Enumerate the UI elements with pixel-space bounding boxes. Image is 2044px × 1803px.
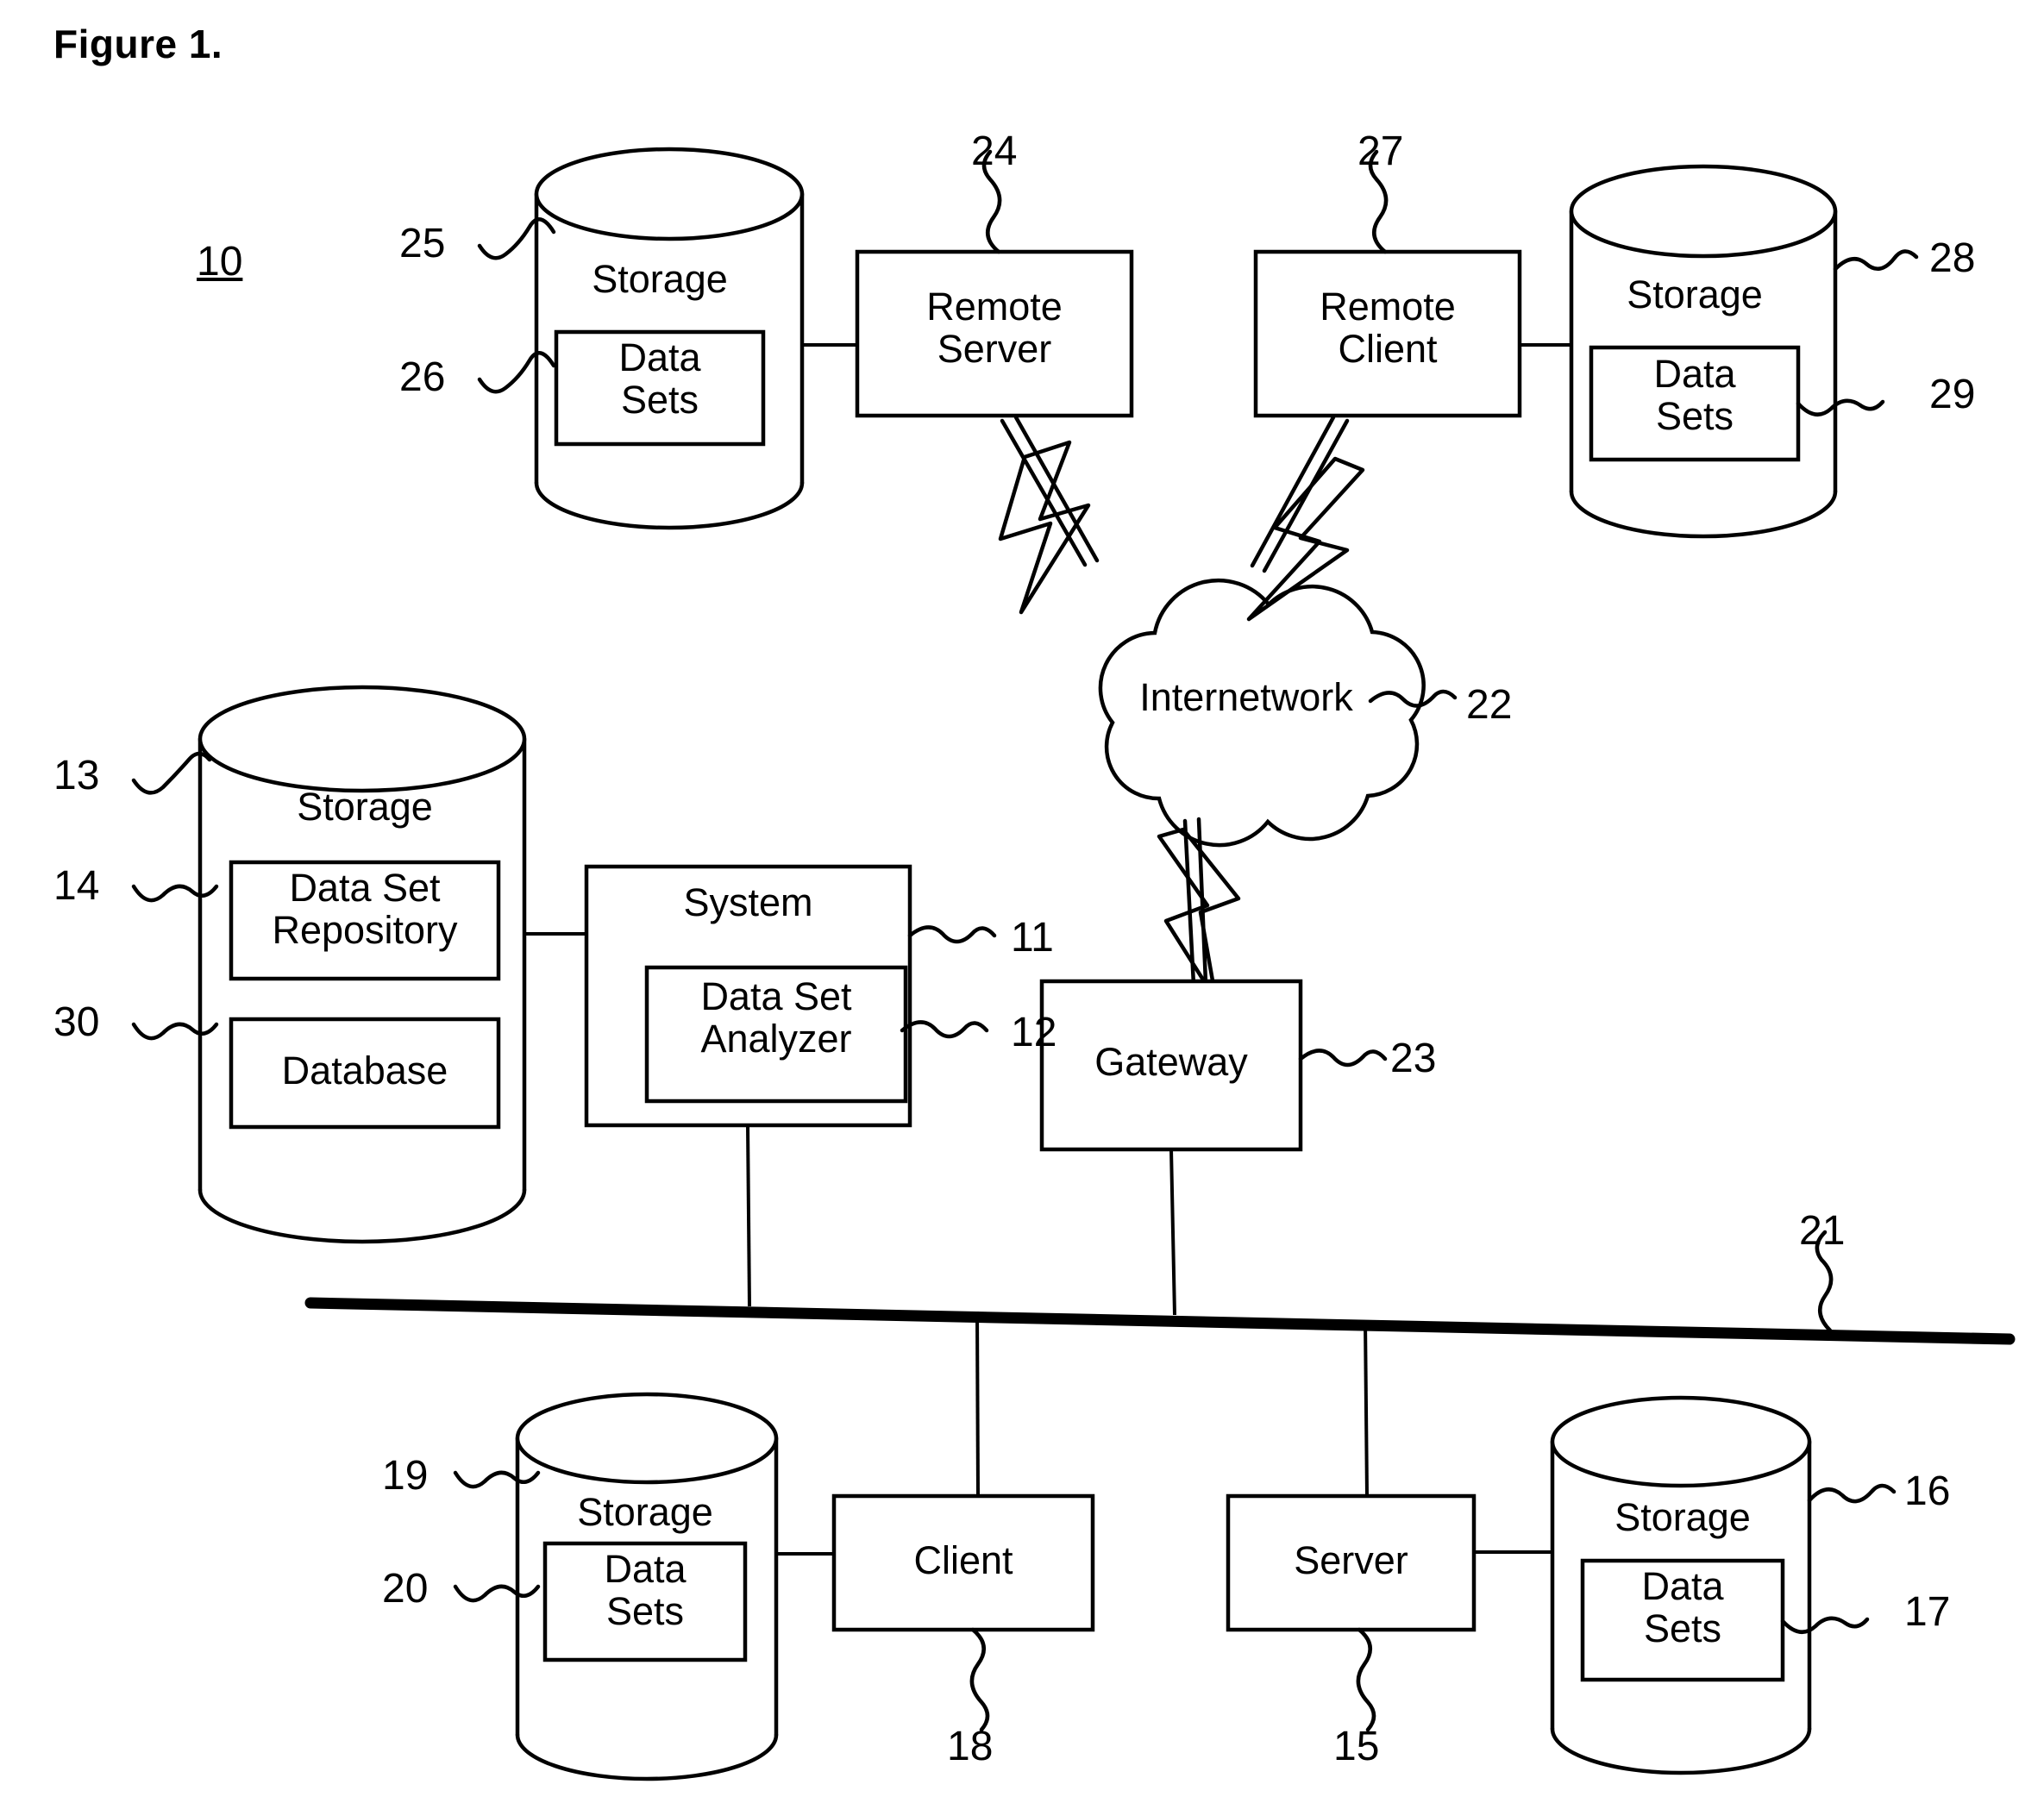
- remote-client-box: [1253, 249, 1522, 418]
- database-box: [229, 1017, 501, 1130]
- internetwork-cloud-shape: [1098, 578, 1426, 848]
- server-box: [1226, 1493, 1477, 1632]
- system-reference-id: 10: [197, 239, 243, 285]
- ref-13: 13: [53, 753, 100, 798]
- ref-18: 18: [947, 1724, 994, 1769]
- ref-11: 11: [1011, 915, 1054, 961]
- ref-14: 14: [53, 863, 100, 909]
- ref-29: 29: [1929, 372, 1976, 417]
- diagram-canvas: [131, 147, 2016, 1781]
- ref-12: 12: [1011, 1010, 1057, 1055]
- data-set-repository-box: [229, 860, 501, 981]
- ref-26: 26: [399, 354, 446, 400]
- ref-25: 25: [399, 221, 446, 266]
- ref-16: 16: [1904, 1468, 1951, 1514]
- patent-figure-page: Figure 1. 10 Storage Data Sets 25 26 Rem…: [0, 0, 2044, 1803]
- ref-15: 15: [1333, 1724, 1380, 1769]
- ref-19: 19: [382, 1453, 429, 1499]
- storage-remote-client-datasets-box: [1589, 345, 1801, 462]
- storage-server-datasets-box: [1580, 1558, 1785, 1682]
- ref-27: 27: [1357, 128, 1404, 174]
- network-bus-line: [304, 1297, 2016, 1345]
- ref-28: 28: [1929, 235, 1976, 281]
- ref-20: 20: [382, 1566, 429, 1612]
- remote-server-box: [855, 249, 1134, 418]
- gateway-box: [1039, 979, 1303, 1152]
- ref-23: 23: [1390, 1036, 1437, 1081]
- client-box: [831, 1493, 1095, 1632]
- data-set-analyzer-box: [644, 965, 908, 1104]
- ref-22: 22: [1466, 682, 1513, 728]
- ref-21: 21: [1799, 1208, 1846, 1254]
- ref-17: 17: [1904, 1589, 1951, 1635]
- storage-remote-server-datasets-box: [554, 329, 766, 447]
- storage-client-datasets-box: [542, 1541, 748, 1662]
- ref-30: 30: [53, 999, 100, 1045]
- ref-24: 24: [971, 128, 1018, 174]
